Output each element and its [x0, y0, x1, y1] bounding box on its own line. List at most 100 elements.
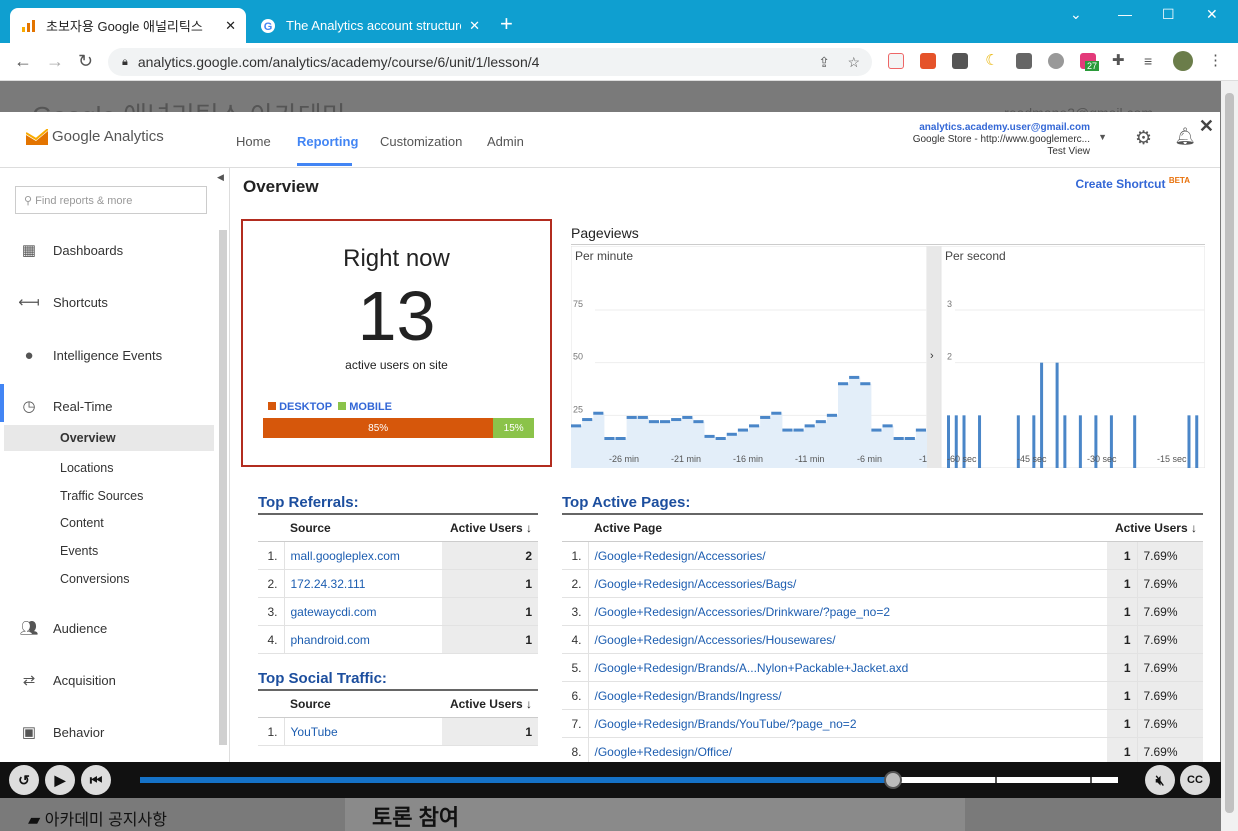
- per-second-bar: [978, 415, 982, 468]
- account-chevron-down-icon[interactable]: ▼: [1098, 132, 1107, 142]
- page-scrollbar[interactable]: [1221, 81, 1238, 831]
- tab-inactive[interactable]: G The Analytics account structure ✕: [250, 8, 490, 43]
- closed-captions-icon[interactable]: CC: [1180, 765, 1210, 795]
- report-search-input[interactable]: ⚲ Find reports & more: [15, 186, 207, 214]
- extension-i-icon[interactable]: [952, 53, 968, 69]
- sidebar-item-realtime[interactable]: ◷ Real-Time: [20, 397, 112, 415]
- sidebar-item-intelligence[interactable]: ● Intelligence Events: [20, 346, 162, 364]
- desktop-legend-label: DESKTOP: [279, 401, 333, 413]
- acquisition-arrows-icon: ⇄: [22, 672, 36, 689]
- sidebar-item-audience[interactable]: 👥︎ Audience: [19, 619, 107, 637]
- sidebar-item-shortcuts[interactable]: ⟻ Shortcuts: [18, 293, 108, 311]
- referral-source-link[interactable]: mall.googleplex.com: [284, 541, 442, 570]
- play-icon[interactable]: ▶: [45, 765, 75, 795]
- sidebar-sub-overview[interactable]: Overview: [4, 425, 214, 451]
- sidebar-sub-traffic-sources[interactable]: Traffic Sources: [60, 489, 143, 503]
- video-scrubber-handle[interactable]: [884, 771, 903, 789]
- address-bar[interactable]: 🔒︎ analytics.google.com/analytics/academ…: [108, 48, 872, 76]
- active-users-value: 1: [1107, 709, 1138, 738]
- sidebar-sub-events[interactable]: Events: [60, 544, 98, 558]
- nav-admin[interactable]: Admin: [487, 134, 524, 149]
- col-active-users-sort[interactable]: Active Users ↓: [1107, 513, 1203, 542]
- x-tick-label: -15 sec: [1157, 454, 1187, 464]
- nav-customization[interactable]: Customization: [380, 134, 462, 149]
- pageviews-charts: › Per minute Per second 25 50 75 -26 min -21…: [571, 246, 1205, 468]
- replay-icon[interactable]: ↺: [9, 765, 39, 795]
- ga-logo[interactable]: Google Analytics: [26, 128, 164, 145]
- x-tick-label: -6 min: [857, 454, 882, 464]
- user-email: analytics.academy.user@gmail.com: [919, 122, 1090, 133]
- sidebar-collapse-icon[interactable]: ◀: [217, 172, 224, 183]
- minimize-icon[interactable]: —: [1118, 6, 1132, 22]
- active-page-link[interactable]: /Google+Redesign/Accessories/Drinkware/?…: [588, 597, 1107, 626]
- shortcut-label: Create Shortcut: [1075, 177, 1166, 191]
- sidebar-item-label: Real-Time: [53, 398, 113, 414]
- chart-divider-arrow-icon[interactable]: ›: [930, 350, 934, 362]
- page-scrollbar-thumb[interactable]: [1225, 93, 1234, 813]
- back-icon[interactable]: ←: [14, 51, 32, 72]
- active-users-value: 1: [1107, 569, 1138, 598]
- tab-active[interactable]: 초보자용 Google 애널리틱스 ✕: [10, 8, 246, 43]
- extension-c-icon[interactable]: [1016, 53, 1032, 69]
- extensions-puzzle-icon[interactable]: ✚: [1112, 53, 1128, 69]
- forward-icon[interactable]: →: [46, 51, 64, 72]
- active-page-link[interactable]: /Google+Redesign/Brands/YouTube/?page_no…: [588, 709, 1107, 738]
- col-active-users-sort[interactable]: Active Users ↓: [442, 689, 538, 718]
- sidebar-item-dashboards[interactable]: ▦ Dashboards: [20, 241, 123, 259]
- extension-flag-icon[interactable]: 27: [1080, 53, 1100, 71]
- share-icon[interactable]: ⇪: [818, 54, 830, 71]
- skip-back-icon[interactable]: ⏮: [81, 765, 111, 795]
- extension-ex-icon[interactable]: [920, 53, 936, 69]
- close-tab-icon[interactable]: ✕: [469, 18, 480, 34]
- settings-gear-icon[interactable]: ⚙: [1135, 127, 1152, 150]
- referral-source-link[interactable]: phandroid.com: [284, 625, 442, 654]
- nav-home[interactable]: Home: [236, 134, 271, 149]
- create-shortcut-link[interactable]: Create Shortcut BETA: [1075, 176, 1190, 191]
- mobile-share-bar: 15%: [493, 418, 534, 438]
- sidebar-sub-conversions[interactable]: Conversions: [60, 572, 129, 586]
- y-tick-label: 75: [573, 299, 583, 309]
- active-page-link[interactable]: /Google+Redesign/Accessories/Bags/: [588, 569, 1107, 598]
- active-page-link[interactable]: /Google+Redesign/Accessories/: [588, 541, 1107, 570]
- new-tab-icon[interactable]: +: [500, 13, 513, 35]
- bookmark-star-icon[interactable]: ☆: [847, 54, 860, 71]
- social-source-link[interactable]: YouTube: [284, 717, 442, 746]
- row-index: 6.: [562, 681, 589, 710]
- video-progress-bar[interactable]: [140, 777, 1118, 783]
- active-page-link[interactable]: /Google+Redesign/Brands/Ingress/: [588, 681, 1107, 710]
- close-tab-icon[interactable]: ✕: [225, 18, 236, 34]
- mute-speaker-icon[interactable]: 🔇︎: [1145, 765, 1175, 795]
- close-overlay-icon[interactable]: ✕: [1199, 116, 1214, 137]
- academy-notice-link[interactable]: ▰ 아카데미 공지사항: [28, 806, 167, 830]
- tab-search-icon[interactable]: ⌄: [1070, 6, 1082, 23]
- col-active-users-sort[interactable]: Active Users ↓: [442, 513, 538, 542]
- extension-globe-icon[interactable]: [1048, 53, 1064, 69]
- sidebar-sub-locations[interactable]: Locations: [60, 461, 114, 475]
- per-second-bar: [1187, 415, 1191, 468]
- notifications-bell-icon[interactable]: 🔔︎: [1174, 127, 1196, 147]
- reload-icon[interactable]: ↻: [78, 51, 93, 72]
- row-index: 1.: [258, 717, 285, 746]
- sidebar-scrollbar[interactable]: [219, 230, 227, 745]
- active-page-link[interactable]: /Google+Redesign/Accessories/Housewares/: [588, 625, 1107, 654]
- sidebar-item-acquisition[interactable]: ⇄ Acquisition: [20, 671, 116, 689]
- close-window-icon[interactable]: ✕: [1206, 6, 1218, 23]
- referral-source-link[interactable]: 172.24.32.111: [284, 569, 442, 598]
- profile-avatar[interactable]: [1173, 51, 1193, 71]
- extension-moon-icon[interactable]: ☾: [984, 53, 1000, 69]
- sidebar-item-behavior[interactable]: ▣ Behavior: [20, 723, 104, 741]
- referral-source-link[interactable]: gatewaycdi.com: [284, 597, 442, 626]
- table-row: 4./Google+Redesign/Accessories/Houseware…: [562, 625, 1203, 654]
- table-row: 1./Google+Redesign/Accessories/1 7.69%: [562, 541, 1203, 570]
- media-control-icon[interactable]: ≡: [1144, 53, 1160, 69]
- desktop-share-bar: 85%: [263, 418, 494, 438]
- sidebar-sub-content[interactable]: Content: [60, 516, 104, 530]
- extension-calendar-icon[interactable]: [888, 53, 904, 69]
- maximize-icon[interactable]: ☐: [1162, 6, 1175, 23]
- top-referrals-title: Top Referrals:: [258, 494, 359, 511]
- row-index: 5.: [562, 653, 589, 682]
- active-page-link[interactable]: /Google+Redesign/Brands/A...Nylon+Packab…: [588, 653, 1107, 682]
- menu-kebab-icon[interactable]: ⋮: [1208, 53, 1224, 69]
- nav-reporting[interactable]: Reporting: [297, 134, 358, 149]
- account-selector[interactable]: analytics.academy.user@gmail.com Google …: [913, 122, 1090, 158]
